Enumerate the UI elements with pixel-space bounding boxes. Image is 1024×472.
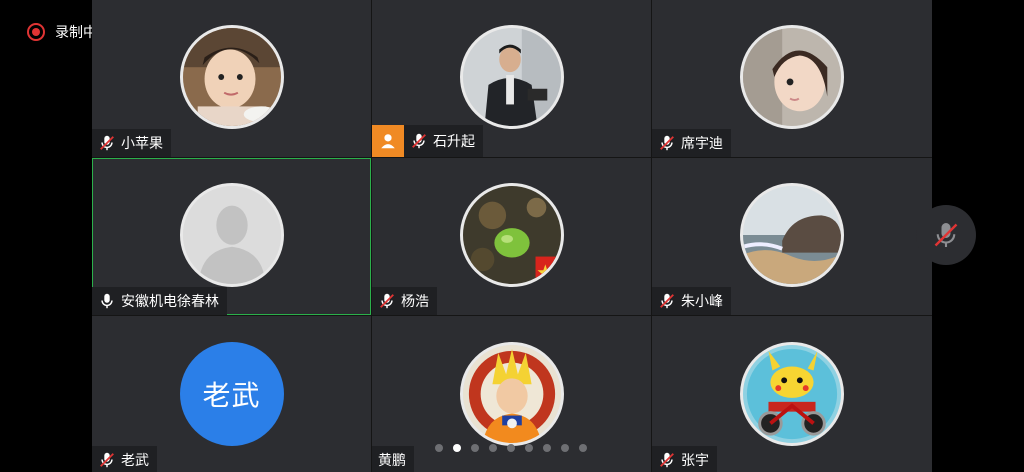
mic-muted-icon (100, 135, 114, 151)
host-badge (372, 125, 404, 157)
avatar (179, 25, 284, 129)
mic-muted-icon (660, 135, 674, 151)
mic-muted-icon (100, 452, 114, 468)
avatar (459, 183, 564, 287)
participant-name: 石升起 (433, 134, 475, 150)
mic-muted-icon (412, 133, 426, 149)
participant-name: 小苹果 (121, 136, 163, 152)
name-tag: 黄鹏 (372, 446, 414, 472)
name-tag: 朱小峰 (652, 287, 731, 315)
avatar (740, 183, 844, 287)
avatar (740, 342, 844, 446)
name-tag: 小苹果 (92, 129, 171, 157)
participant-name: 老武 (121, 453, 149, 469)
record-icon (27, 23, 45, 41)
mic-muted-icon (380, 293, 394, 309)
recording-label: 录制中 (55, 25, 97, 41)
participant-tile[interactable]: 朱小峰 (652, 158, 932, 315)
participant-tile[interactable]: 张宇 (652, 316, 932, 472)
page-dot[interactable] (579, 444, 587, 452)
participant-name: 席宇迪 (681, 136, 723, 152)
participant-tile-active-speaker[interactable]: 安徽机电徐春林 (92, 158, 371, 315)
page-dot[interactable] (525, 444, 533, 452)
mic-muted-icon (660, 293, 674, 309)
name-tag: 席宇迪 (652, 129, 731, 157)
avatar (459, 25, 564, 129)
avatar (459, 342, 564, 446)
name-tag: 杨浩 (372, 287, 437, 315)
video-grid: 小苹果 石升起 席宇迪 安徽机电徐春林 杨浩 朱小峰 老武 老武 黄鹏 张宇 (92, 0, 932, 472)
participant-name: 安徽机电徐春林 (121, 294, 219, 310)
participant-tile[interactable]: 石升起 (372, 0, 651, 157)
mic-muted-icon (934, 223, 958, 247)
page-dot-current[interactable] (453, 444, 461, 452)
page-dot[interactable] (543, 444, 551, 452)
participant-tile[interactable]: 杨浩 (372, 158, 651, 315)
name-tag: 石升起 (404, 125, 483, 157)
page-dot[interactable] (435, 444, 443, 452)
participant-name: 黄鹏 (378, 453, 406, 469)
participant-name: 朱小峰 (681, 294, 723, 310)
meeting-screen: 录制中 小苹果 石升起 席宇迪 安徽机电徐春林 杨浩 朱小峰 老武 老武 黄鹏 … (0, 0, 1024, 472)
page-indicator[interactable] (435, 444, 587, 452)
name-tag: 张宇 (652, 446, 717, 472)
participant-tile[interactable]: 席宇迪 (652, 0, 932, 157)
participant-name: 杨浩 (401, 294, 429, 310)
avatar-initials: 老武 (179, 342, 284, 446)
host-person-icon (381, 134, 395, 149)
recording-indicator[interactable]: 录制中 (27, 22, 97, 42)
page-dot[interactable] (471, 444, 479, 452)
avatar (740, 25, 844, 129)
name-tag: 老武 (92, 446, 157, 472)
mic-muted-icon (660, 452, 674, 468)
mic-icon (101, 293, 113, 309)
page-dot[interactable] (561, 444, 569, 452)
page-dot[interactable] (489, 444, 497, 452)
page-dot[interactable] (507, 444, 515, 452)
participant-name: 张宇 (681, 453, 709, 469)
avatar-default-person (179, 183, 284, 287)
mute-toggle-button[interactable] (916, 205, 976, 265)
participant-tile[interactable]: 老武 老武 (92, 316, 371, 472)
participant-tile[interactable]: 小苹果 (92, 0, 371, 157)
name-tag: 安徽机电徐春林 (92, 287, 227, 315)
